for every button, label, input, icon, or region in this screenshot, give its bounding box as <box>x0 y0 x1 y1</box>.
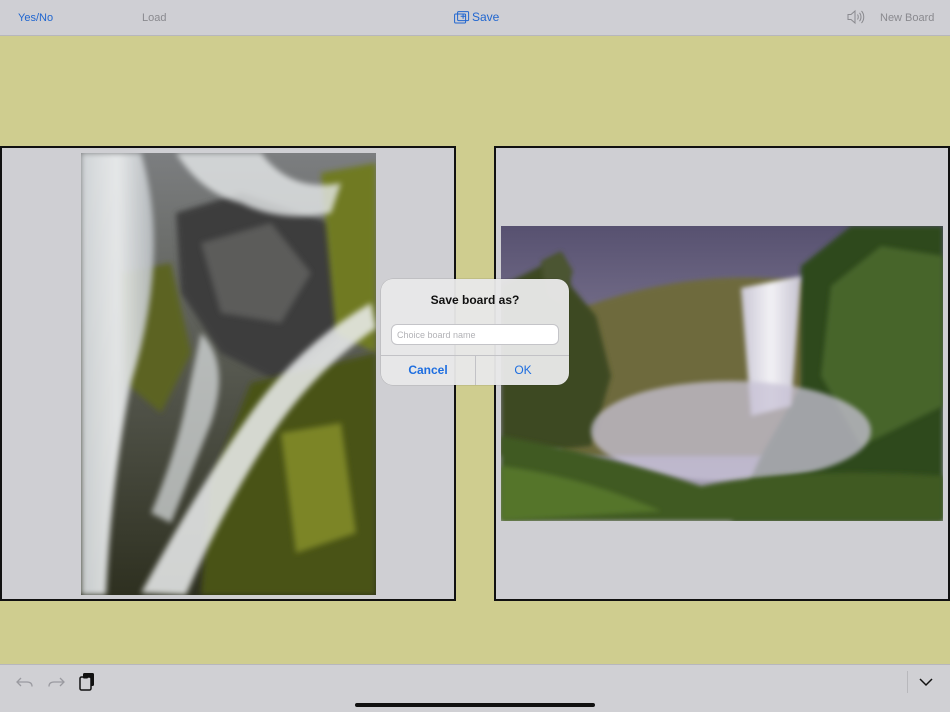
waterfall-over-mossy-rocks-photo <box>81 153 376 595</box>
home-indicator <box>355 703 595 707</box>
yes-no-button[interactable]: Yes/No <box>18 11 53 25</box>
new-board-button[interactable]: New Board <box>880 11 934 25</box>
paste-icon[interactable] <box>78 672 96 697</box>
ok-button[interactable]: OK <box>476 356 569 385</box>
top-toolbar: Yes/No Load Save New Board <box>0 0 950 36</box>
divider <box>907 671 908 693</box>
undo-icon[interactable] <box>15 674 35 695</box>
chevron-down-icon[interactable] <box>918 675 934 693</box>
bottom-toolbar <box>0 664 950 712</box>
save-board-dialog: Save board as? Cancel OK <box>381 279 569 385</box>
cancel-button[interactable]: Cancel <box>381 356 475 385</box>
add-to-board-icon <box>454 11 470 24</box>
load-button[interactable]: Load <box>142 11 166 25</box>
redo-icon[interactable] <box>46 674 66 695</box>
board-name-input[interactable] <box>391 324 559 345</box>
save-label: Save <box>472 10 500 24</box>
speaker-icon[interactable] <box>847 9 865 29</box>
dialog-title: Save board as? <box>430 293 520 307</box>
save-button[interactable]: Save <box>454 10 499 24</box>
